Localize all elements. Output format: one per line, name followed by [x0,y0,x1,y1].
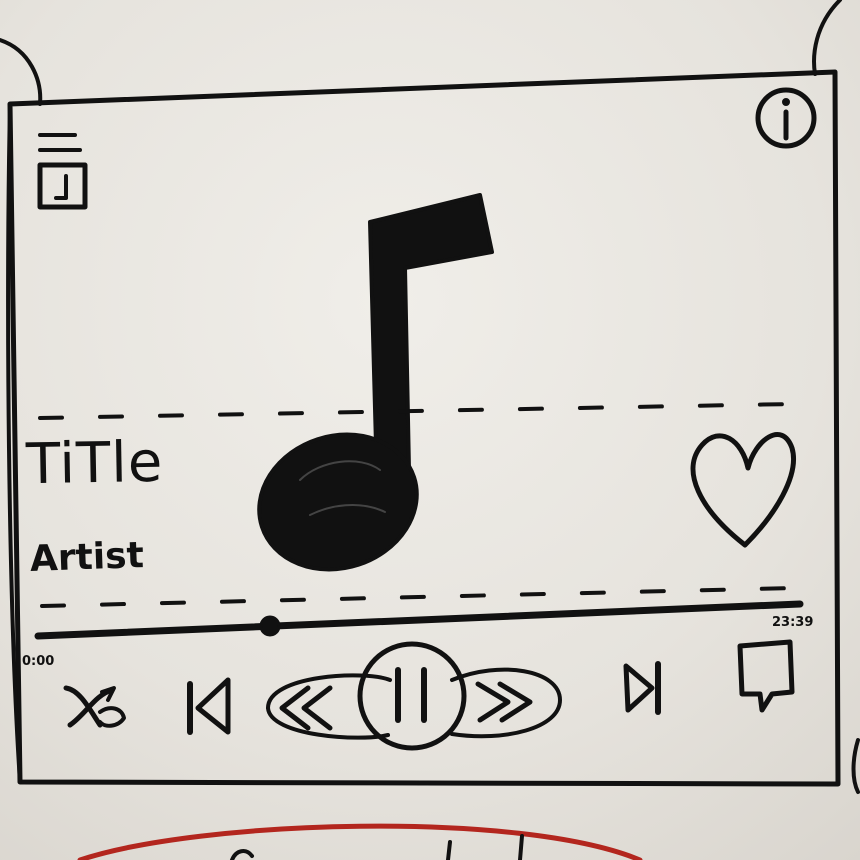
track-artist: Artist [29,535,145,580]
fast-forward-button[interactable] [470,668,560,738]
next-button[interactable] [616,656,670,720]
queue-button[interactable] [734,636,800,716]
favorite-button[interactable] [686,418,804,556]
progress-thumb[interactable] [254,612,286,642]
music-note-icon [257,193,494,572]
elapsed-time: 0:00 [22,654,55,669]
playlist-button[interactable] [30,125,92,215]
red-marker-arc [77,823,643,860]
pause-button[interactable] [358,642,466,750]
track-title: TiTle [25,429,164,498]
previous-button[interactable] [180,672,238,738]
progress-slider[interactable] [34,598,804,644]
rewind-button[interactable] [268,672,354,738]
shuffle-button[interactable] [60,678,130,736]
info-button[interactable] [754,86,818,150]
